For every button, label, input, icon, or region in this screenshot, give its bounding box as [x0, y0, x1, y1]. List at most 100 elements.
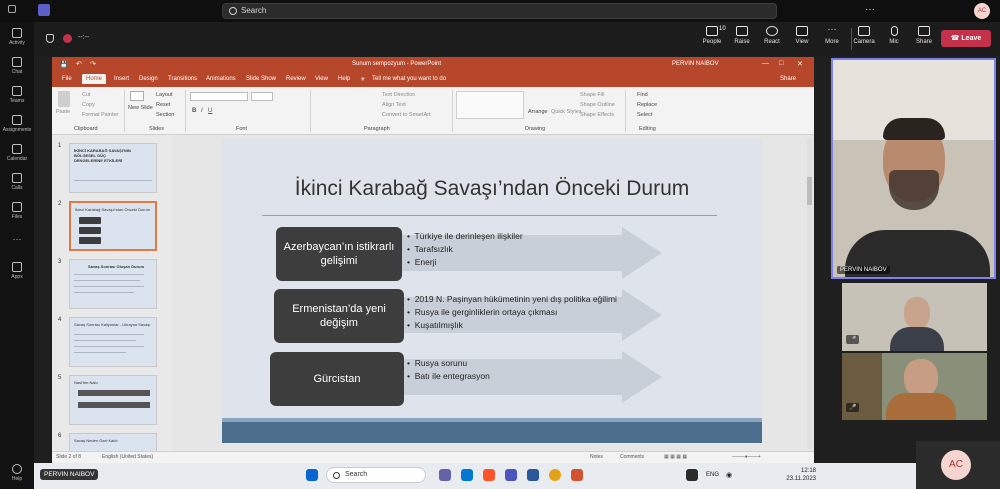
account-name[interactable]: PERVIN NAIBOV — [672, 61, 719, 67]
share-button[interactable]: Share — [909, 26, 939, 45]
rail-item-apps[interactable]: Apps — [0, 262, 34, 280]
font-family-select[interactable] — [190, 92, 248, 101]
editor-scrollbar[interactable] — [807, 139, 812, 449]
more-button[interactable]: ··· More — [817, 25, 847, 46]
bold-button[interactable]: B — [192, 108, 196, 114]
layout-button[interactable]: Layout — [156, 92, 173, 98]
undo-icon[interactable]: ↶ — [76, 60, 82, 68]
word-icon[interactable] — [527, 469, 539, 481]
view-button[interactable]: View — [787, 26, 817, 45]
camera-button[interactable]: Camera — [849, 26, 879, 45]
tab-file[interactable]: File — [62, 76, 72, 82]
new-slide-icon[interactable] — [130, 91, 144, 101]
rail-item-teams[interactable]: Teams — [0, 86, 34, 104]
close-icon[interactable]: ✕ — [797, 60, 803, 68]
react-button[interactable]: React — [757, 26, 787, 45]
rail-item-calls[interactable]: Calls — [0, 173, 34, 191]
slide-canvas[interactable]: İkinci Karabağ Savaşı’ndan Önceki Durum … — [222, 139, 762, 443]
rail-item-chat[interactable]: Chat — [0, 57, 34, 75]
maximize-icon[interactable]: □ — [779, 60, 783, 67]
font-size-select[interactable] — [251, 92, 273, 101]
tell-me-input[interactable]: Tell me what you want to do — [372, 76, 446, 82]
language-status[interactable]: English (United States) — [102, 454, 153, 460]
box-azerbaycan[interactable]: Azerbaycan’ın istikrarlı gelişimi — [276, 227, 402, 281]
redo-icon[interactable]: ↷ — [90, 60, 96, 68]
brave-icon[interactable] — [483, 469, 495, 481]
select-button[interactable]: Select — [637, 112, 652, 118]
shape-fill-button[interactable]: Shape Fill — [580, 92, 604, 98]
view-normal-icon[interactable]: ▦ ▦ ▦ ▦ — [664, 454, 687, 460]
rail-more-icon[interactable]: ··· — [0, 234, 34, 244]
rail-item-activity[interactable]: Activity — [0, 28, 34, 46]
raise-hand-button[interactable]: Raise — [727, 26, 757, 45]
slide-thumbnail-5[interactable]: Nasl'ten Nalo — [69, 375, 157, 425]
taskbar-search[interactable]: Search — [326, 467, 426, 483]
convert-smartart-button[interactable]: Convert to SmartArt — [382, 112, 431, 118]
replace-button[interactable]: Replace — [637, 102, 657, 108]
search-input[interactable]: Search — [222, 3, 777, 19]
paste-icon[interactable] — [58, 91, 70, 107]
italic-button[interactable]: I — [201, 108, 203, 114]
language-indicator[interactable]: ENG — [706, 472, 719, 478]
slide-thumbnail-6[interactable]: Savaş Neden Özel Kaldı — [69, 433, 157, 453]
tab-insert[interactable]: Insert — [114, 76, 129, 82]
slide-thumbnail-2[interactable]: İkinci Karabağ Savaşı'ndan Önceki Durum — [69, 201, 157, 251]
underline-button[interactable]: U — [208, 108, 212, 114]
wifi-icon[interactable]: ◉ — [726, 471, 732, 479]
cut-button[interactable]: Cut — [82, 92, 91, 98]
tab-home[interactable]: Home — [82, 74, 107, 84]
chrome-icon[interactable] — [549, 469, 561, 481]
more-options-icon[interactable]: ··· — [865, 4, 875, 15]
leave-button[interactable]: ☎ Leave — [941, 30, 991, 47]
start-icon[interactable] — [306, 469, 318, 481]
participant-video-2[interactable]: 🎤 — [842, 283, 987, 351]
powerpoint-icon[interactable] — [571, 469, 583, 481]
edge-icon[interactable] — [461, 469, 473, 481]
tab-review[interactable]: Review — [286, 76, 306, 82]
profile-avatar[interactable]: AC — [974, 3, 990, 19]
tab-design[interactable]: Design — [139, 76, 158, 82]
new-slide-button[interactable]: New Slide — [128, 105, 153, 111]
participant-video-main[interactable]: PERVIN NAIBOV — [831, 58, 996, 279]
format-painter-button[interactable]: Format Painter — [82, 112, 118, 118]
notes-button[interactable]: Notes — [590, 454, 603, 460]
rail-item-calendar[interactable]: Calendar — [0, 144, 34, 162]
shape-outline-button[interactable]: Shape Outline — [580, 102, 615, 108]
box-gurcistan[interactable]: Gürcistan — [270, 352, 404, 406]
mic-button[interactable]: Mic — [879, 26, 909, 45]
find-button[interactable]: Find — [637, 92, 648, 98]
arrange-button[interactable]: Arrange — [528, 109, 548, 115]
quick-styles-button[interactable]: Quick Styles — [551, 109, 582, 115]
rail-item-files[interactable]: Files — [0, 202, 34, 220]
tab-transitions[interactable]: Transitions — [168, 76, 197, 82]
rail-item-assignments[interactable]: Assignments — [0, 115, 34, 133]
participant-video-3[interactable]: 🎤 — [842, 353, 987, 420]
comments-button[interactable]: Comments — [620, 454, 644, 460]
share-ppt-button[interactable]: Share — [780, 76, 796, 82]
mic-tray-icon[interactable] — [686, 469, 698, 481]
slide-thumbnail-4[interactable]: Savaş Sonrası Kaliyonlar - Ukrayna Savaş… — [69, 317, 157, 367]
zoom-slider[interactable]: –——●——+ — [732, 454, 761, 460]
text-direction-button[interactable]: Text Direction — [382, 92, 415, 98]
tab-slideshow[interactable]: Slide Show — [246, 76, 276, 82]
align-text-button[interactable]: Align Text — [382, 102, 406, 108]
save-icon[interactable]: 💾 — [60, 61, 67, 68]
scrollbar-thumb[interactable] — [807, 177, 812, 205]
slide-thumbnail-3[interactable]: Savaş Sonrası Oluşan Durum — [69, 259, 157, 309]
slide-thumbnail-1[interactable]: İKİNCİ KARABAĞ SAVAŞI'NIN BÖLGESEL GÜÇ D… — [69, 143, 157, 193]
tab-animations[interactable]: Animations — [206, 76, 236, 82]
clock[interactable]: 12:18 23.11.2023 — [786, 467, 816, 483]
reset-button[interactable]: Reset — [156, 102, 170, 108]
tab-view[interactable]: View — [315, 76, 328, 82]
minimize-icon[interactable]: — — [762, 60, 769, 67]
shapes-gallery[interactable] — [456, 91, 524, 119]
tab-help[interactable]: Help — [338, 76, 350, 82]
box-ermenistan[interactable]: Ermenistan’da yeni değişim — [274, 289, 404, 343]
section-button[interactable]: Section — [156, 112, 174, 118]
back-icon[interactable] — [8, 5, 16, 13]
teams-app-icon[interactable] — [439, 469, 451, 481]
shape-effects-button[interactable]: Shape Effects — [580, 112, 614, 118]
slide-title[interactable]: İkinci Karabağ Savaşı’ndan Önceki Durum — [222, 177, 762, 201]
copy-button[interactable]: Copy — [82, 102, 95, 108]
rail-item-help[interactable]: Help — [0, 464, 34, 482]
